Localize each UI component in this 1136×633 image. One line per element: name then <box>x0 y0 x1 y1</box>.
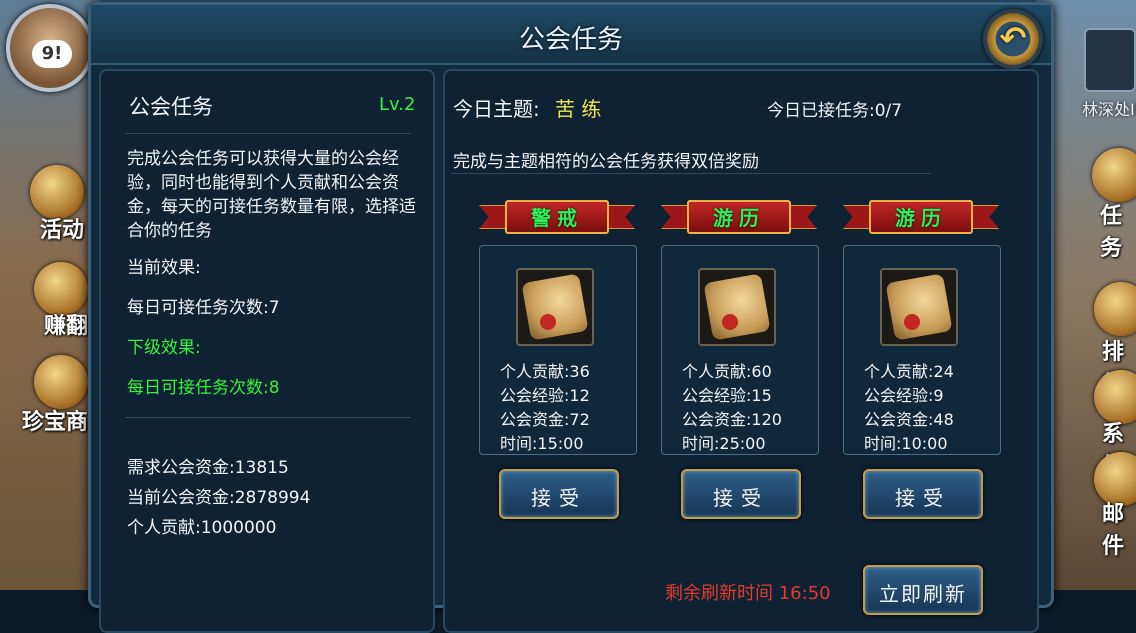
task-guild-funds: 公会资金:48 <box>864 410 954 429</box>
task-description: 完成公会任务可以获得大量的公会经验，同时也能得到个人贡献和公会资金，每天的可接任… <box>127 149 416 241</box>
current-effect-value: 每日可接任务次数:7 <box>127 298 280 318</box>
current-effect-label: 当前效果: <box>127 258 201 278</box>
task-contribution: 个人贡献:60 <box>682 362 772 381</box>
next-effect-value: 每日可接任务次数:8 <box>127 378 280 398</box>
task-name: 警戒 <box>531 206 583 230</box>
accepted-task-count: 今日已接任务:0/7 <box>767 101 903 121</box>
window-title: 公会任务 <box>518 25 623 55</box>
left-hud: 9! 活动 赚翻 珍宝商 <box>0 0 100 590</box>
refresh-timer: 剩余刷新时间 16:50 <box>665 583 831 604</box>
guild-flag-icon[interactable] <box>1084 28 1136 92</box>
task-name: 游历 <box>713 206 765 230</box>
theme-value: 苦 练 <box>555 97 602 121</box>
quest-scroll-icon <box>698 268 776 346</box>
task-banner: 游历 <box>843 197 999 234</box>
task-time: 时间:15:00 <box>500 434 584 453</box>
task-list-panel: 今日主题: 苦 练 今日已接任务:0/7 完成与主题相符的公会任务获得双倍奖励 … <box>443 69 1039 633</box>
treasure-chest-icon[interactable] <box>34 355 88 409</box>
task-guild-funds: 公会资金:72 <box>500 410 590 429</box>
theme-subtitle: 完成与主题相符的公会任务获得双倍奖励 <box>453 152 759 172</box>
task-guild-exp: 公会经验:9 <box>864 386 944 405</box>
game-logo: 9! <box>32 40 72 68</box>
divider <box>125 417 411 418</box>
title-bar: 公会任务 <box>91 5 1051 65</box>
accept-task-button[interactable]: 接受 <box>499 469 619 519</box>
side-item-mail[interactable]: 邮件 <box>1102 496 1136 560</box>
task-contribution: 个人贡献:36 <box>500 362 590 381</box>
task-name: 游历 <box>895 206 947 230</box>
task-guild-exp: 公会经验:12 <box>500 386 590 405</box>
task-card: 个人贡献:60 公会经验:15 公会资金:120 时间:25:00 <box>661 245 819 455</box>
gift-icon[interactable] <box>30 165 84 219</box>
task-time: 时间:25:00 <box>682 434 766 453</box>
next-effect-label: 下级效果: <box>127 338 201 358</box>
back-arrow-icon: ↶ <box>999 19 1027 57</box>
divider <box>125 133 411 134</box>
task-guild-funds: 公会资金:120 <box>682 410 782 429</box>
side-item-earn[interactable]: 赚翻 <box>44 308 88 340</box>
refresh-now-button[interactable]: 立即刷新 <box>863 565 983 615</box>
location-label: 林深处II <box>1082 100 1136 119</box>
guild-info-panel: 公会任务 Lv.2 完成公会任务可以获得大量的公会经验，同时也能得到个人贡献和公… <box>99 69 435 633</box>
accept-task-button[interactable]: 接受 <box>681 469 801 519</box>
task-card: 个人贡献:24 公会经验:9 公会资金:48 时间:10:00 <box>843 245 1001 455</box>
quest-scroll-icon[interactable] <box>1092 148 1136 202</box>
quest-scroll-icon <box>516 268 594 346</box>
panel-heading: 公会任务 <box>129 95 213 119</box>
accept-task-button[interactable]: 接受 <box>863 469 983 519</box>
personal-contribution: 个人贡献:1000000 <box>127 518 277 538</box>
guild-task-window: 公会任务 ↶ 公会任务 Lv.2 完成公会任务可以获得大量的公会经验，同时也能得… <box>88 2 1054 633</box>
theme-label: 今日主题: <box>453 97 540 121</box>
side-item-shop[interactable]: 珍宝商 <box>22 404 88 436</box>
task-banner: 游历 <box>661 197 817 234</box>
task-card: 个人贡献:36 公会经验:12 公会资金:72 时间:15:00 <box>479 245 637 455</box>
task-banner: 警戒 <box>479 197 635 234</box>
player-avatar[interactable]: 9! <box>6 4 94 92</box>
quest-scroll-icon <box>880 268 958 346</box>
task-guild-exp: 公会经验:15 <box>682 386 772 405</box>
guild-level: Lv.2 <box>379 94 416 115</box>
back-button[interactable]: ↶ <box>983 9 1043 69</box>
side-item-events[interactable]: 活动 <box>40 212 84 244</box>
side-item-tasks[interactable]: 任务 <box>1100 198 1136 262</box>
ranking-tower-icon[interactable] <box>1094 282 1136 336</box>
current-funds: 当前公会资金:2878994 <box>127 488 311 508</box>
divider <box>451 173 931 174</box>
required-funds: 需求公会资金:13815 <box>127 458 289 478</box>
task-contribution: 个人贡献:24 <box>864 362 954 381</box>
task-time: 时间:10:00 <box>864 434 948 453</box>
